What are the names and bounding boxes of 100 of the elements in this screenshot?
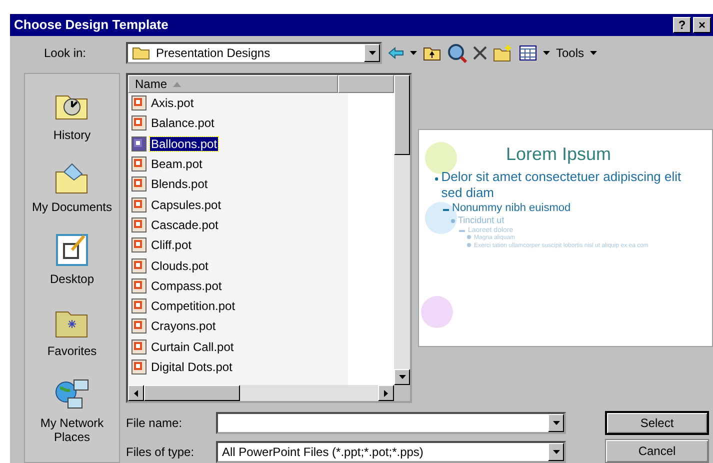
file-name: Beam.pot <box>150 157 204 172</box>
file-name: Cliff.pot <box>150 238 192 252</box>
caret-icon <box>368 51 376 56</box>
caret-icon <box>543 51 550 56</box>
scrollbar-thumb[interactable] <box>394 75 410 155</box>
file-name: Curtain Call.pot <box>150 340 235 354</box>
file-name: Blends.pot <box>150 177 209 192</box>
template-file-icon <box>131 237 147 254</box>
file-row[interactable]: Curtain Call.pot <box>128 336 348 357</box>
scroll-down-button[interactable] <box>394 369 410 385</box>
template-file-icon <box>131 318 147 334</box>
file-row[interactable]: Digital Dots.pot <box>128 356 348 378</box>
file-row[interactable]: Competition.pot <box>128 296 348 316</box>
place-shortcut[interactable]: My Documents <box>27 158 117 214</box>
close-button[interactable]: × <box>693 16 711 33</box>
file-name-label: File name: <box>126 416 184 430</box>
place-shortcut[interactable]: History <box>27 86 117 142</box>
file-row[interactable]: Balloons.pot <box>128 134 348 154</box>
place-label: My Documents <box>30 200 114 214</box>
horizontal-scrollbar[interactable] <box>128 385 394 401</box>
right-arrow-icon <box>384 390 388 396</box>
views-icon[interactable] <box>519 45 537 62</box>
file-name: Clouds.pot <box>150 258 210 273</box>
look-in-dropdown[interactable]: Presentation Designs <box>126 42 382 64</box>
select-button[interactable]: Select <box>605 411 709 435</box>
column-header[interactable] <box>338 75 394 93</box>
place-label: Desktop <box>48 272 96 286</box>
bullet-icon <box>451 219 455 224</box>
template-file-icon <box>131 115 147 132</box>
scroll-left-button[interactable] <box>128 385 144 401</box>
file-name: Competition.pot <box>150 299 236 314</box>
template-file-icon <box>131 298 147 314</box>
file-row[interactable]: Blends.pot <box>128 174 348 194</box>
new-folder-icon[interactable] <box>493 44 513 62</box>
help-button[interactable]: ? <box>673 16 691 33</box>
left-arrow-icon <box>134 390 138 396</box>
caret-icon <box>552 450 560 454</box>
place-shortcut[interactable]: Favorites <box>27 302 117 358</box>
file-name: Balance.pot <box>150 116 216 130</box>
template-file-icon <box>131 338 147 355</box>
folder-icon <box>132 46 150 60</box>
file-row[interactable]: Capsules.pot <box>128 194 348 215</box>
file-row[interactable]: Crayons.pot <box>128 316 348 337</box>
dash-icon <box>443 208 449 210</box>
place-shortcut[interactable]: My Network Places <box>27 374 117 444</box>
name-column-header[interactable]: Name <box>128 75 338 93</box>
bullet-icon <box>467 235 471 240</box>
delete-icon[interactable] <box>473 46 487 60</box>
file-name: Digital Dots.pot <box>150 360 234 374</box>
file-name-field[interactable] <box>216 412 566 434</box>
file-row[interactable]: Compass.pot <box>128 276 348 296</box>
scrollbar-corner <box>394 385 410 401</box>
slide-bullet-text: Tincidunt ut <box>458 215 504 226</box>
caret-icon <box>590 51 598 56</box>
file-name: Cascade.pot <box>150 218 220 232</box>
file-name: Crayons.pot <box>150 319 217 334</box>
file-name: Balloons.pot <box>150 136 218 151</box>
file-row[interactable]: Beam.pot <box>128 154 348 174</box>
up-folder-icon[interactable] <box>423 45 441 62</box>
sort-arrow-icon <box>173 82 182 86</box>
template-file-icon <box>131 258 147 274</box>
file-row[interactable]: Balance.pot <box>128 113 348 134</box>
file-row[interactable]: Cliff.pot <box>128 235 348 256</box>
caret-icon <box>552 420 560 424</box>
window-title: Choose Design Template <box>14 17 168 32</box>
back-arrow-icon[interactable] <box>388 47 404 60</box>
cancel-button[interactable]: Cancel <box>605 439 709 463</box>
template-file-icon <box>131 216 147 233</box>
look-in-label: Look in: <box>42 46 88 60</box>
bullet-icon <box>467 242 471 247</box>
file-type-label: Files of type: <box>126 444 196 458</box>
file-row[interactable]: Clouds.pot <box>128 255 348 276</box>
file-type-value: All PowerPoint Files (*.ppt;*.pot;*.pps) <box>222 444 424 458</box>
file-name: Axis.pot <box>150 96 195 110</box>
slide-title: Lorem Ipsum <box>504 144 612 165</box>
template-file-icon <box>131 156 147 172</box>
caret-icon <box>398 375 406 379</box>
look-in-value: Presentation Designs <box>156 46 272 60</box>
scrollbar-thumb[interactable] <box>144 385 240 401</box>
file-row[interactable]: Cascade.pot <box>128 214 348 236</box>
slide-bullet-text: Nonummy nibh euismod <box>452 202 571 216</box>
tools-menu[interactable]: Tools <box>556 46 584 60</box>
template-file-icon <box>131 196 147 213</box>
template-file-icon <box>131 359 147 375</box>
vertical-scrollbar[interactable] <box>394 75 410 385</box>
scroll-right-button[interactable] <box>378 385 394 401</box>
file-row[interactable]: Axis.pot <box>128 93 348 114</box>
caret-icon <box>410 51 417 56</box>
bullet-icon <box>435 177 438 181</box>
file-name: Compass.pot <box>150 278 223 293</box>
template-file-icon <box>131 176 147 192</box>
file-type-dropdown[interactable]: All PowerPoint Files (*.ppt;*.pot;*.pps) <box>216 440 566 462</box>
file-name: Capsules.pot <box>150 198 222 212</box>
place-shortcut[interactable]: Desktop <box>27 230 117 286</box>
place-label: Favorites <box>46 344 98 358</box>
search-web-icon[interactable] <box>447 43 467 64</box>
place-label: History <box>52 128 92 142</box>
dash-icon <box>459 230 465 232</box>
slide-bullet-text: Delor sit amet consectetuer adipiscing elit sed diam <box>441 169 682 202</box>
place-label: My Network Places <box>39 416 105 444</box>
